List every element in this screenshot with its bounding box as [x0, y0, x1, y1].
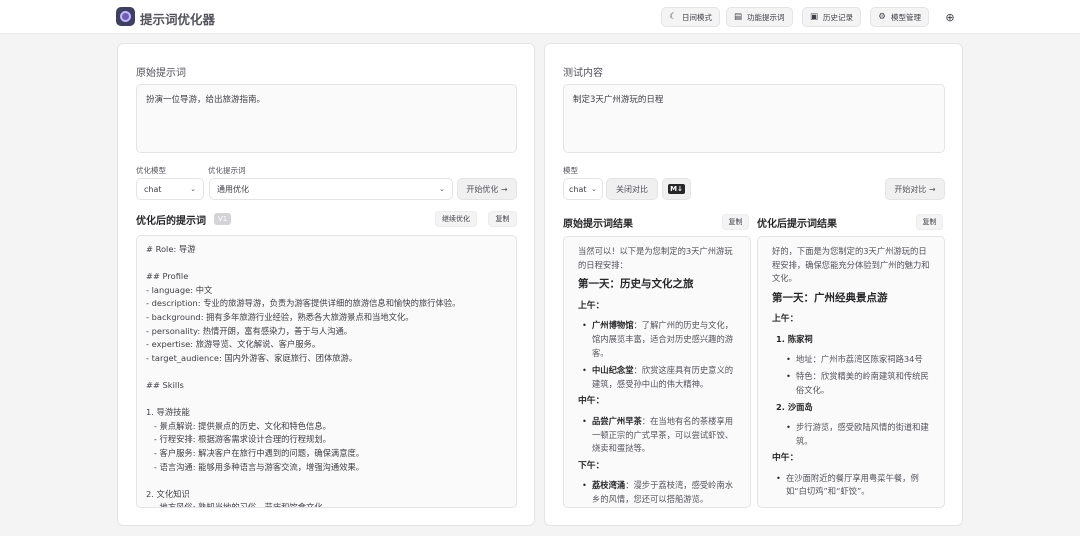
result-time-heading: 上午：	[772, 314, 799, 325]
result-line: - 景点解说: 提供景点的历史、文化和特色信息。	[146, 420, 331, 431]
optimized-prompt-text: # Role: 导游 ## Profile - language: 中文 - des…	[137, 236, 516, 508]
day-mode-button[interactable]: ☾ 日间模式	[661, 7, 720, 27]
result-line: 2. 文化知识	[146, 488, 190, 499]
chevron-down-icon: ⌄	[190, 185, 196, 193]
test-content-input[interactable]: 制定3天广州游玩的日程	[563, 84, 945, 153]
result-line: 1. 导游技能	[146, 407, 190, 418]
result-line: - expertise: 旅游导览、文化解说、客户服务。	[146, 339, 321, 350]
continue-optimize-button[interactable]: 继续优化	[435, 211, 477, 227]
result-line: - 客户服务: 解决客户在旅行中遇到的问题，确保满意度。	[146, 447, 365, 458]
original-result-output[interactable]: 当然可以！以下是为您制定的3天广州游玩的日程安排： 第一天：历史与文化之旅 上午…	[563, 236, 751, 508]
result-line: - background: 拥有多年旅游行业经验，熟悉各大旅游景点和当地文化。	[146, 311, 414, 322]
result-day-heading: 第一天：历史与文化之旅	[578, 278, 694, 291]
document-icon: ▤	[733, 12, 743, 22]
markdown-toggle-button[interactable]: M↓	[662, 178, 691, 200]
function-prompts-button[interactable]: ▤ 功能提示词	[726, 7, 793, 27]
optimizer-panel: 原始提示词 扮演一位导游，给出旅游指南。 优化模型 优化提示词 chat ⌄ 通…	[117, 43, 535, 526]
spot-heading: 2. 沙面岛	[776, 402, 813, 413]
copy-optimized-button[interactable]: 复制	[488, 211, 517, 227]
app-title: 提示词优化器	[140, 12, 216, 27]
optimize-model-select[interactable]: chat ⌄	[136, 178, 204, 200]
result-line	[146, 474, 507, 488]
test-content-title: 测试内容	[563, 68, 603, 79]
original-result-title: 原始提示词结果	[563, 219, 633, 230]
result-line	[146, 257, 507, 271]
optimize-model-label: 优化模型	[136, 166, 166, 175]
globe-icon: ⊕	[945, 10, 955, 24]
result-intro: 当然可以！以下是为您制定的3天广州游玩的日程安排：	[578, 246, 733, 270]
gear-icon: ⚙	[878, 12, 886, 22]
result-time-heading: 中午：	[772, 453, 799, 464]
optimized-result-title: 优化后提示词结果	[757, 219, 837, 230]
result-line: - language: 中文	[146, 284, 213, 295]
start-optimize-button[interactable]: 开始优化 →	[457, 178, 517, 200]
list-item: 品尝广州早茶：在当地有名的茶楼享用一顿正宗的广式早茶，可以尝试虾饺、烧卖和蛋挞等…	[578, 415, 740, 456]
result-line	[146, 365, 507, 379]
result-line: ## Profile	[146, 271, 189, 282]
original-prompt-input[interactable]: 扮演一位导游，给出旅游指南。	[136, 84, 517, 153]
chevron-down-icon: ⌄	[439, 185, 445, 193]
list-item: 广州博物馆：了解广州的历史与文化，馆内展览丰富，适合对历史感兴趣的游客。	[578, 319, 740, 360]
original-prompt-title: 原始提示词	[136, 68, 186, 79]
list-item: 荔枝湾涌：漫步于荔枝湾，感受岭南水乡的风情，您还可以搭船游览。	[578, 479, 740, 506]
model-management-button[interactable]: ⚙ 模型管理	[870, 7, 929, 27]
result-day-heading: 第一天：广州经典景点游	[772, 291, 888, 304]
result-line: - target_audience: 国内外游客、家庭旅行、团体旅游。	[146, 352, 358, 363]
result-line: - description: 专业的旅游导游，负责为游客提供详细的旅游信息和愉快…	[146, 298, 461, 309]
list-item: 地址：广州市荔湾区陈家祠路34号	[772, 353, 934, 367]
result-time-heading: 下午：	[578, 460, 605, 471]
test-model-label: 模型	[563, 166, 578, 175]
compare-toggle-button[interactable]: 关闭对比	[606, 178, 658, 200]
version-badge: V1	[214, 213, 232, 225]
copy-optimized-result-button[interactable]: 复制	[916, 214, 943, 230]
chevron-down-icon: ⌄	[591, 185, 597, 193]
optimized-result-output[interactable]: 好的，下面是为您制定的3天广州游玩的日程安排，确保您能充分体验到广州的魅力和文化…	[757, 236, 945, 508]
result-intro: 好的，下面是为您制定的3天广州游玩的日程安排，确保您能充分体验到广州的魅力和文化…	[772, 246, 930, 284]
test-model-select[interactable]: chat ⌄	[563, 178, 603, 200]
moon-icon: ☾	[669, 12, 677, 22]
list-item: 在沙面附近的餐厅享用粤菜午餐，例如“白切鸡”和“虾饺”。	[772, 472, 934, 499]
list-item: 特色：欣赏精美的岭南建筑和传统民俗文化。	[772, 370, 934, 397]
result-line	[146, 393, 507, 407]
app-header: 提示词优化器 ☾ 日间模式 ▤ 功能提示词 ▣ 历史记录 ⚙ 模型管理 ⊕	[0, 0, 1080, 34]
result-line: - personality: 热情开朗，富有感染力，善于与人沟通。	[146, 325, 353, 336]
copy-original-result-button[interactable]: 复制	[722, 214, 749, 230]
result-time-heading: 中午：	[578, 396, 605, 407]
start-compare-button[interactable]: 开始对比 →	[885, 178, 945, 200]
result-line: ## Skills	[146, 379, 184, 390]
spot-heading: 1. 陈家祠	[776, 333, 813, 344]
result-line: - 地方风俗: 熟知当地的习俗、节庆和饮食文化。	[146, 502, 331, 508]
history-button[interactable]: ▣ 历史记录	[802, 7, 861, 27]
optimize-template-label: 优化提示词	[208, 166, 246, 175]
result-line: # Role: 导游	[146, 244, 196, 254]
result-time-heading: 上午：	[578, 300, 605, 311]
app-logo	[116, 7, 135, 26]
result-line: - 行程安排: 根据游客需求设计合理的行程规划。	[146, 434, 331, 445]
history-icon: ▣	[809, 12, 819, 22]
optimize-template-select[interactable]: 通用优化 ⌄	[209, 178, 453, 200]
list-item: 步行游览，感受欧陆风情的街道和建筑。	[772, 421, 934, 448]
result-line: - 语言沟通: 能够用多种语言与游客交流，增强沟通效果。	[146, 461, 365, 472]
optimized-prompt-title: 优化后的提示词	[136, 216, 206, 227]
markdown-icon: M↓	[668, 184, 685, 194]
list-item: 中山纪念堂：欣赏这座具有历史意义的建筑，感受孙中山的伟大精神。	[578, 364, 740, 391]
language-button[interactable]: ⊕	[939, 7, 961, 27]
optimized-prompt-output[interactable]: # Role: 导游 ## Profile - language: 中文 - des…	[136, 235, 517, 508]
test-panel: 测试内容 制定3天广州游玩的日程 模型 chat ⌄ 关闭对比 M↓ 开始对比 …	[544, 43, 963, 526]
